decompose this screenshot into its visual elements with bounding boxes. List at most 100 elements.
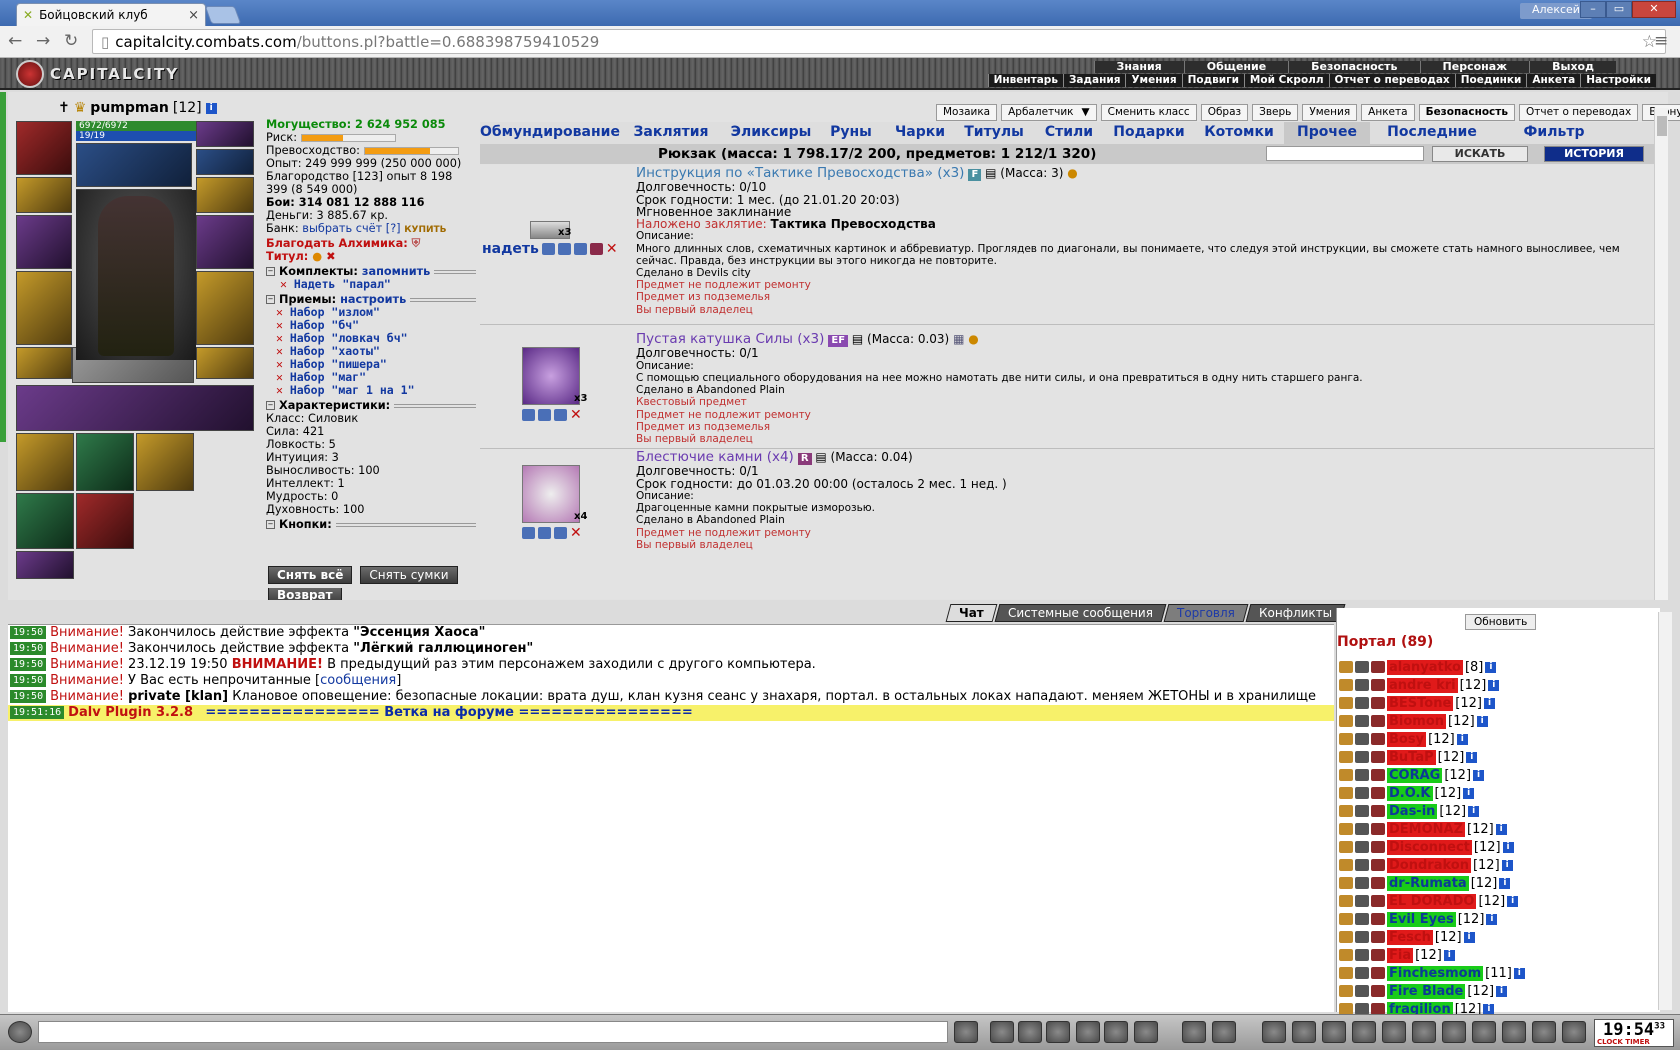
bag-slot-5[interactable] — [76, 493, 134, 549]
messages-link[interactable]: сообщения — [320, 673, 396, 688]
title-remove-icon[interactable]: ✖ — [326, 250, 335, 263]
private-icon[interactable] — [1339, 931, 1353, 943]
info-icon[interactable]: i — [1443, 949, 1455, 961]
armor-slot[interactable] — [16, 271, 72, 345]
info-icon[interactable]: i — [1476, 715, 1488, 727]
gloves-slot[interactable] — [196, 177, 254, 213]
clan-icon[interactable] — [1371, 697, 1385, 709]
msg-time[interactable]: 19:50 — [10, 674, 47, 687]
bag-slot-3[interactable] — [136, 433, 194, 491]
mail-icon[interactable] — [1502, 1021, 1526, 1043]
menu-icon[interactable]: ≡ — [1654, 31, 1668, 51]
find-button[interactable]: ИСКАТЬ — [1432, 146, 1528, 162]
people-icon[interactable] — [1212, 1021, 1236, 1043]
nav-transfers[interactable]: Отчет о переводах — [1328, 74, 1455, 87]
close-window-icon[interactable]: ✕ — [1632, 1, 1676, 18]
site-logo[interactable]: CAPITALCITY — [16, 60, 179, 88]
remove-all-button[interactable]: Снять всё — [268, 566, 353, 584]
character-avatar[interactable] — [76, 190, 196, 360]
inventory-scrollbar[interactable] — [1654, 108, 1668, 600]
action-icon[interactable] — [541, 243, 555, 255]
private-icon[interactable] — [1339, 913, 1353, 925]
bracer-slot[interactable] — [16, 177, 72, 213]
action-icon[interactable] — [522, 527, 535, 539]
use-icon[interactable] — [589, 243, 603, 255]
clan-icon[interactable] — [1371, 769, 1385, 781]
player-name[interactable]: Biomon — [1387, 713, 1447, 729]
quests-icon[interactable] — [1472, 1021, 1496, 1043]
player-name[interactable]: CORAG — [1387, 767, 1443, 783]
action-icon[interactable] — [554, 527, 567, 539]
delete-icon[interactable]: ✕ — [606, 241, 618, 257]
clan-icon[interactable] — [1371, 823, 1385, 835]
browser-tab[interactable]: ✕ Бойцовский клуб × — [16, 3, 206, 26]
nav-settings[interactable]: Настройки — [1580, 74, 1656, 87]
clan-icon[interactable] — [1371, 661, 1385, 673]
info-icon[interactable]: i — [1483, 1003, 1495, 1015]
helmet-slot[interactable] — [16, 121, 72, 175]
private-icon[interactable] — [1339, 895, 1353, 907]
save-icon[interactable] — [1046, 1021, 1070, 1043]
private-icon[interactable] — [1339, 841, 1353, 853]
bank-help[interactable]: [?] — [386, 222, 401, 235]
private-icon[interactable] — [1339, 679, 1353, 691]
player-name[interactable]: Disconnect — [1387, 839, 1472, 855]
tab-runes[interactable]: Руны — [816, 122, 886, 144]
private-icon[interactable] — [1339, 661, 1353, 673]
buy-link[interactable]: КУПИТЬ — [404, 225, 446, 235]
info-icon[interactable]: i — [1483, 697, 1495, 709]
nav-skills[interactable]: Умения — [1125, 74, 1182, 87]
gear-icon[interactable] — [1412, 1021, 1436, 1043]
clan-icon[interactable] — [1371, 679, 1385, 691]
nav-quests[interactable]: Задания — [1062, 74, 1126, 87]
msg-time[interactable]: 19:50 — [10, 690, 47, 703]
nav-security[interactable]: Безопасность — [1288, 61, 1420, 73]
clan-icon[interactable] — [1371, 967, 1385, 979]
private-icon[interactable] — [1339, 697, 1353, 709]
nav-fights[interactable]: Поединки — [1454, 74, 1527, 87]
nav-exit[interactable]: Выход — [1529, 61, 1616, 73]
tab-recent[interactable]: Последние — [1370, 122, 1494, 144]
collapse-icon[interactable]: − — [266, 295, 275, 304]
msg-time[interactable]: 19:50 — [10, 642, 47, 655]
change-class-button[interactable]: Сменить класс — [1100, 104, 1197, 121]
info-icon[interactable]: i — [1499, 877, 1511, 889]
bag-slot-2[interactable] — [76, 433, 134, 491]
tab-chat[interactable]: Чат — [945, 604, 998, 622]
transfer-icon[interactable] — [538, 527, 551, 539]
chat-input[interactable] — [38, 1021, 948, 1043]
bag-slot-4[interactable] — [16, 493, 74, 549]
sound-icon[interactable] — [1134, 1021, 1158, 1043]
bag-icon[interactable] — [1262, 1021, 1286, 1043]
info-icon[interactable]: i — [1466, 751, 1478, 763]
security-button[interactable]: Безопасность — [1418, 104, 1515, 121]
info-icon[interactable]: i — [205, 102, 217, 114]
url-input[interactable]: ▯ capitalcity.combats.com/buttons.pl?bat… — [92, 29, 1666, 54]
return-button[interactable]: Возврат — [268, 588, 342, 600]
bag-slot-1[interactable] — [16, 433, 74, 491]
tab-filter[interactable]: Фильтр — [1494, 122, 1614, 144]
info-icon[interactable]: i — [1456, 733, 1468, 745]
tab-equipment[interactable]: Обмундирование — [480, 122, 620, 144]
info-icon[interactable]: i — [1507, 895, 1519, 907]
nav-scroll[interactable]: Мой Скролл — [1243, 74, 1329, 87]
item-name[interactable]: Инструкция по «Тактике Превосходства» (x… — [636, 165, 964, 181]
private-icon[interactable] — [1339, 877, 1353, 889]
info-icon[interactable]: i — [1488, 679, 1500, 691]
filter-icon[interactable] — [1018, 1021, 1042, 1043]
tab-gifts[interactable]: Подарки — [1104, 122, 1194, 144]
item-name[interactable]: Пустая катушка Силы (x3) — [636, 331, 824, 347]
info-icon[interactable]: i — [1486, 913, 1498, 925]
clan-icon[interactable] — [1371, 715, 1385, 727]
boots-slot[interactable] — [196, 347, 254, 379]
weapon-slot[interactable] — [16, 215, 72, 269]
back-icon[interactable]: ← — [8, 31, 22, 51]
minimize-icon[interactable]: – — [1580, 1, 1606, 18]
tab-system[interactable]: Системные сообщения — [994, 604, 1167, 622]
info-icon[interactable]: i — [1468, 805, 1480, 817]
nav-character[interactable]: Персонаж — [1419, 61, 1530, 73]
clan-icon[interactable] — [1371, 949, 1385, 961]
collapse-icon[interactable]: − — [266, 520, 275, 529]
translit-icon[interactable] — [1104, 1021, 1128, 1043]
forum-link[interactable]: ================ Ветка на форуме =======… — [205, 705, 692, 720]
